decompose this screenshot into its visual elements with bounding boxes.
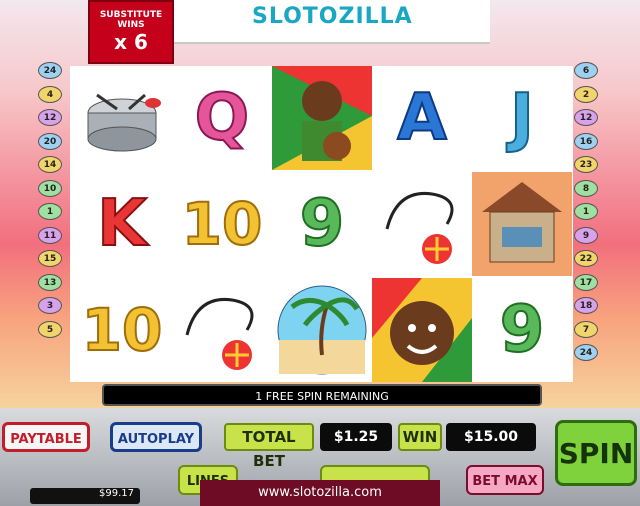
substitute-wins-badge: SUBSTITUTE WINS x 6: [88, 0, 174, 64]
payline-marker[interactable]: 24: [38, 62, 62, 79]
reels-area: K 10 Q 10 9 A J 9: [70, 66, 573, 382]
payline-marker[interactable]: 1: [38, 203, 62, 220]
reel-symbol-10: 10: [172, 172, 272, 276]
payline-marker[interactable]: 15: [38, 250, 62, 267]
reel-symbol-label: 10: [181, 189, 264, 259]
spin-button[interactable]: SPIN: [555, 420, 637, 486]
payline-marker[interactable]: 16: [574, 132, 598, 150]
payline-marker[interactable]: 14: [38, 156, 62, 173]
payline-marker[interactable]: 22: [574, 250, 598, 267]
payline-marker[interactable]: 7: [574, 320, 598, 338]
payline-marker[interactable]: 8: [574, 179, 598, 197]
payline-marker[interactable]: 9: [574, 226, 598, 244]
reel-symbol-9: 9: [272, 172, 372, 276]
hut-icon: [472, 172, 572, 276]
substitute-wins-multiplier: x 6: [114, 30, 148, 54]
bet-max-button[interactable]: BET MAX: [466, 465, 544, 495]
win-label: WIN: [398, 423, 442, 451]
payline-marker[interactable]: 24: [574, 344, 598, 361]
palm-beach-icon: [272, 278, 372, 382]
reel-symbol-label: 10: [81, 295, 164, 365]
slotozilla-logo: SLOTOZILLA: [252, 4, 412, 38]
payline-marker[interactable]: 12: [574, 109, 598, 126]
payline-marker[interactable]: 3: [38, 297, 62, 314]
reel-symbol-a: A: [372, 66, 472, 170]
steel-drum-icon: [72, 66, 172, 170]
payline-markers-right: 6 2 12 16 23 8 1 9 22 17 18 7 24: [574, 62, 604, 368]
reel-symbol-label: A: [396, 80, 448, 156]
reel-symbol-label: J: [509, 80, 535, 156]
reel-symbol-label: 9: [499, 292, 546, 368]
win-value: $15.00: [446, 423, 536, 451]
payline-marker[interactable]: 1: [574, 203, 598, 220]
payline-marker[interactable]: 18: [574, 297, 598, 314]
footer-url: www.slotozilla.com: [200, 480, 440, 506]
reel-symbol-label: K: [96, 186, 148, 262]
payline-marker[interactable]: 13: [38, 273, 62, 291]
payline-marker[interactable]: 20: [38, 132, 62, 150]
payline-marker[interactable]: 6: [574, 62, 598, 79]
payline-marker[interactable]: 17: [574, 273, 598, 291]
headphones-ball-icon: [172, 278, 272, 382]
slot-game-window: SLOTOZILLA SUBSTITUTE WINS x 6 24 4 12 20 14…: [0, 0, 640, 506]
payline-marker[interactable]: 4: [38, 85, 62, 103]
balance-value: $99.17: [30, 488, 140, 504]
reel-symbol-label: 9: [299, 186, 346, 262]
payline-marker[interactable]: 2: [574, 85, 598, 103]
logo-text: SLOTOZILLA: [252, 4, 413, 29]
rasta-man-face-icon: [372, 278, 472, 382]
total-bet-label: TOTAL BET: [224, 423, 314, 470]
payline-marker[interactable]: 11: [38, 226, 62, 244]
substitute-wins-title: SUBSTITUTE WINS: [99, 10, 163, 30]
payline-marker[interactable]: 10: [38, 179, 62, 197]
paytable-button[interactable]: PAYTABLE: [2, 422, 90, 452]
total-bet-value: $1.25: [320, 423, 392, 451]
headphones-ball-icon: [372, 172, 472, 276]
reel-symbol-q: Q: [172, 66, 272, 170]
reel-symbol-10: 10: [72, 278, 172, 382]
rasta-man-ball-icon: [272, 66, 372, 170]
reel-symbol-label: Q: [194, 80, 250, 156]
payline-marker[interactable]: 5: [38, 320, 62, 338]
reel-symbol-j: J: [472, 66, 572, 170]
autoplay-button[interactable]: AUTOPLAY: [110, 422, 202, 452]
reel-symbol-9: 9: [472, 278, 572, 382]
reel-symbol-k: K: [72, 172, 172, 276]
payline-marker[interactable]: 12: [38, 109, 62, 126]
free-spin-status: 1 FREE SPIN REMAINING: [102, 384, 542, 406]
payline-marker[interactable]: 23: [574, 156, 598, 173]
payline-markers-left: 24 4 12 20 14 10 1 11 15 13 3 5: [38, 62, 68, 344]
